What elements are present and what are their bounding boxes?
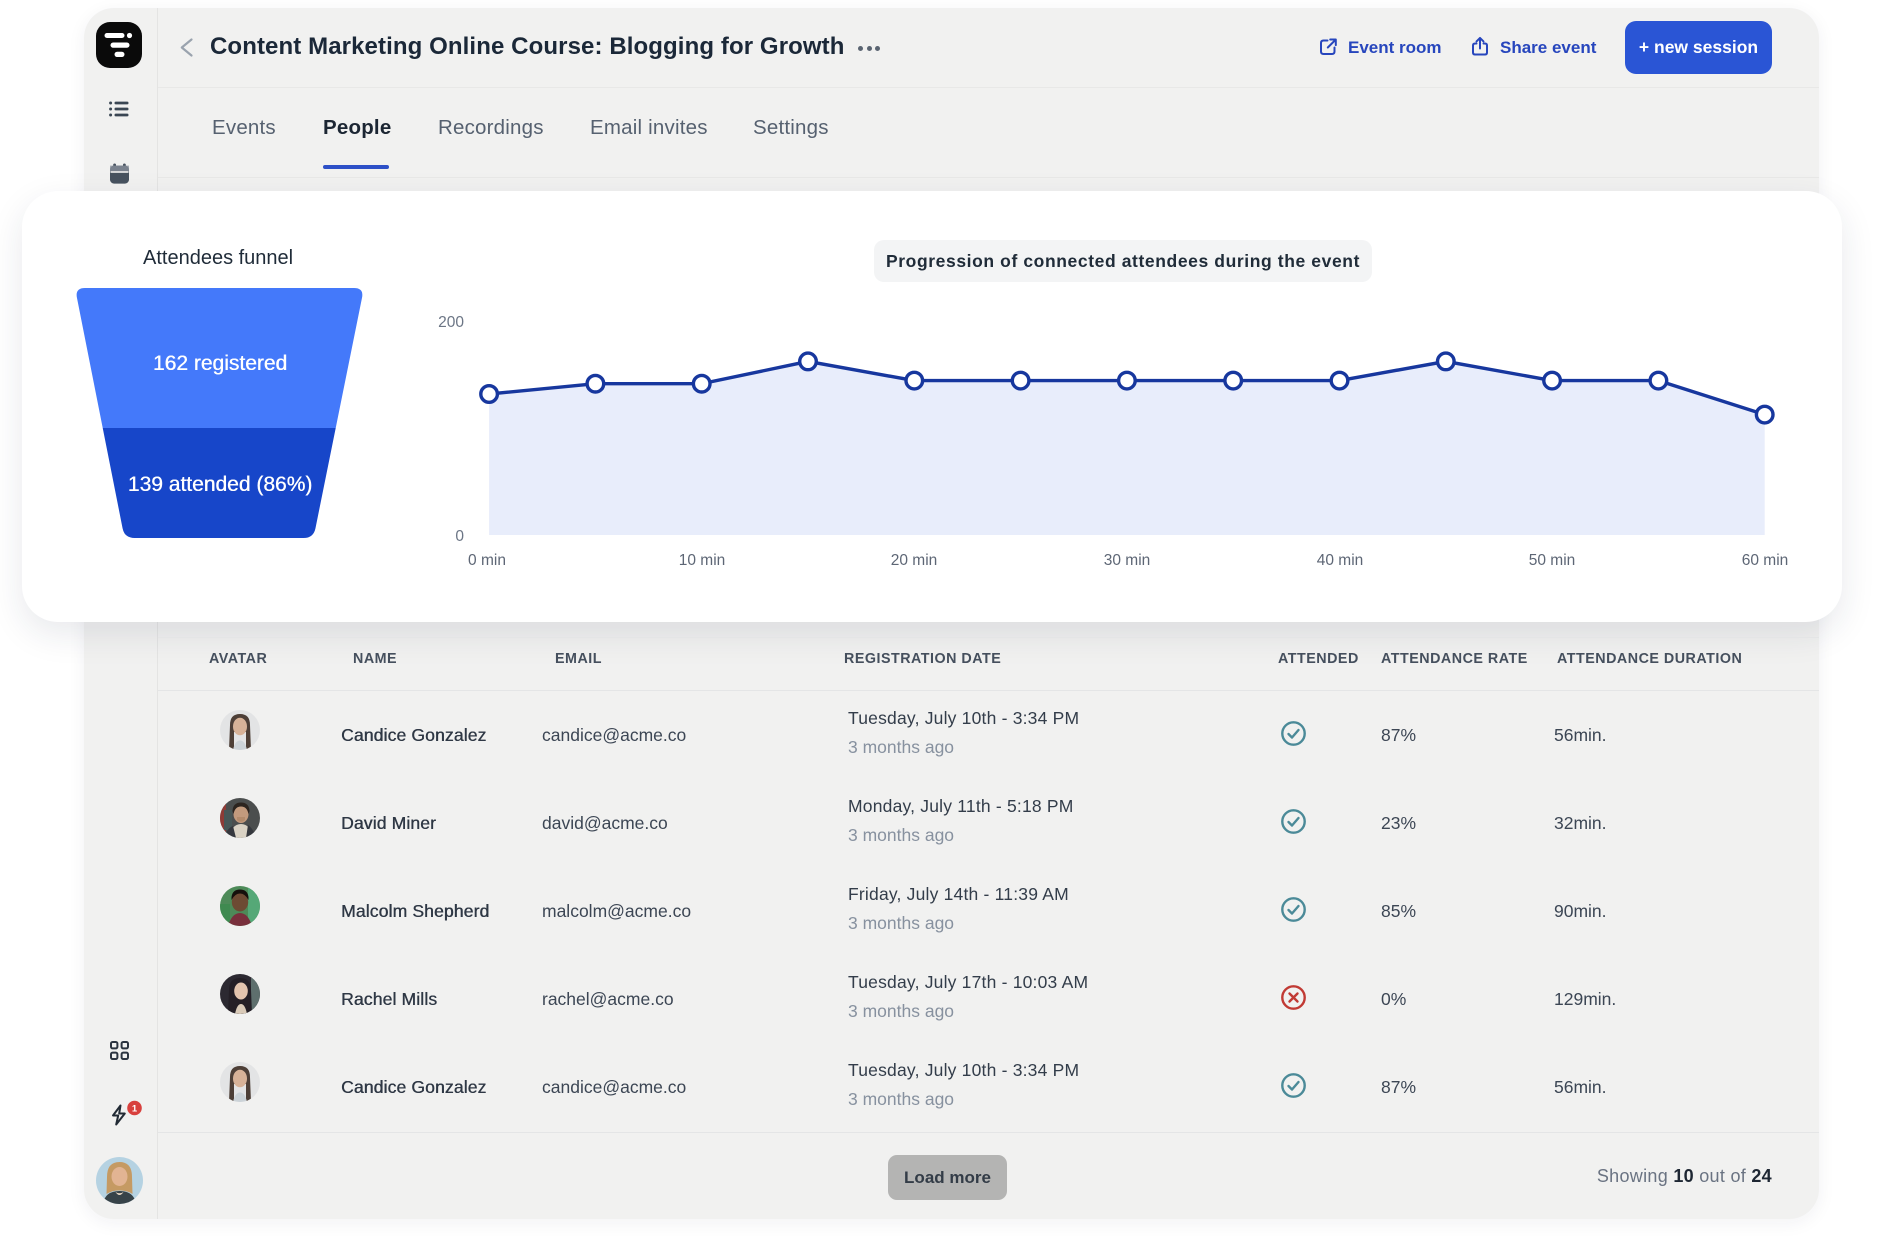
- svg-text:1: 1: [132, 1103, 138, 1114]
